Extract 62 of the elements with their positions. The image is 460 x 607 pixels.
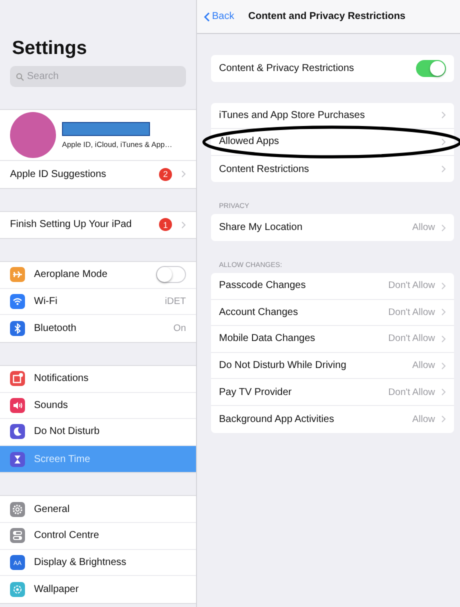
- settings-row[interactable]: Mobile Data Changes Don't Allow: [211, 326, 454, 353]
- sidebar-item[interactable]: General: [0, 496, 196, 523]
- settings-row[interactable]: Background App Activities Allow: [211, 406, 454, 433]
- moon-icon: [10, 424, 25, 440]
- back-button[interactable]: Back: [204, 11, 234, 22]
- notifications-icon: [10, 371, 25, 386]
- settings-row[interactable]: Share My Location Allow: [211, 214, 454, 241]
- avatar: [10, 112, 56, 158]
- sidebar-item[interactable]: Wallpaper: [0, 576, 196, 603]
- chevron-icon: [441, 308, 446, 316]
- gear-icon: [10, 502, 25, 517]
- back-chevron-icon: [204, 12, 210, 22]
- notification-badge: 2: [159, 168, 172, 181]
- row-value: iDET: [164, 296, 186, 308]
- chevron-icon: [441, 282, 446, 290]
- chevron-icon: [441, 415, 446, 424]
- switches-icon: [10, 528, 25, 544]
- settings-row[interactable]: Allowed Apps: [211, 129, 454, 156]
- sidebar-item[interactable]: Aeroplane Mode: [0, 262, 196, 289]
- toggle-switch[interactable]: [416, 60, 446, 77]
- row-value: Don't Allow: [388, 333, 435, 344]
- notification-badge: 1: [159, 218, 172, 232]
- settings-row[interactable]: Do Not Disturb While Driving Allow: [211, 352, 454, 380]
- sidebar-item[interactable]: Control Centre: [0, 522, 196, 550]
- row-value: Don't Allow: [388, 306, 435, 318]
- chevron-icon: [441, 165, 446, 174]
- settings-row[interactable]: Pay TV Provider Don't Allow: [211, 379, 454, 406]
- row-value: Allow: [412, 414, 435, 425]
- bluetooth-icon: [10, 321, 25, 336]
- toggle-switch[interactable]: [156, 266, 186, 284]
- sounds-icon: [10, 398, 25, 413]
- sidebar-item[interactable]: Sounds: [0, 392, 196, 420]
- settings-row[interactable]: Account Changes Don't Allow: [211, 300, 454, 326]
- hourglass-icon: [10, 452, 25, 467]
- settings-row[interactable]: Content Restrictions: [211, 156, 454, 182]
- search-icon: [16, 72, 24, 80]
- row-value: Don't Allow: [388, 280, 435, 292]
- sidebar-item[interactable]: Bluetooth On: [0, 315, 196, 342]
- row-value: Allow: [412, 360, 435, 372]
- chevron-icon: [441, 111, 446, 120]
- chevron-icon: [181, 170, 186, 178]
- row-value: Allow: [412, 222, 435, 234]
- search-field[interactable]: Search: [10, 66, 186, 87]
- chevron-icon: [441, 388, 446, 396]
- chevron-icon: [181, 220, 186, 229]
- chevron-icon: [441, 138, 446, 146]
- settings-row[interactable]: Content & Privacy Restrictions: [211, 55, 454, 82]
- sidebar-item[interactable]: Notifications: [0, 366, 196, 393]
- chevron-icon: [441, 362, 446, 370]
- nav-title: Content and Privacy Restrictions: [248, 11, 406, 22]
- airplane-icon: [10, 267, 25, 282]
- settings-row[interactable]: Passcode Changes Don't Allow: [211, 272, 454, 300]
- chevron-icon: [441, 334, 446, 343]
- settings-row[interactable]: iTunes and App Store Purchases: [211, 102, 454, 130]
- row-value: On: [173, 323, 186, 334]
- sidebar-item[interactable]: Apple ID Suggestions 2: [0, 161, 196, 188]
- wifi-icon: [10, 294, 25, 310]
- sidebar-item[interactable]: Wi-Fi iDET: [0, 288, 196, 316]
- sidebar-item[interactable]: Finish Setting Up Your iPad 1: [0, 212, 196, 238]
- settings-title: Settings: [11, 37, 88, 61]
- row-value: Don't Allow: [388, 386, 435, 398]
- chevron-icon: [441, 224, 446, 232]
